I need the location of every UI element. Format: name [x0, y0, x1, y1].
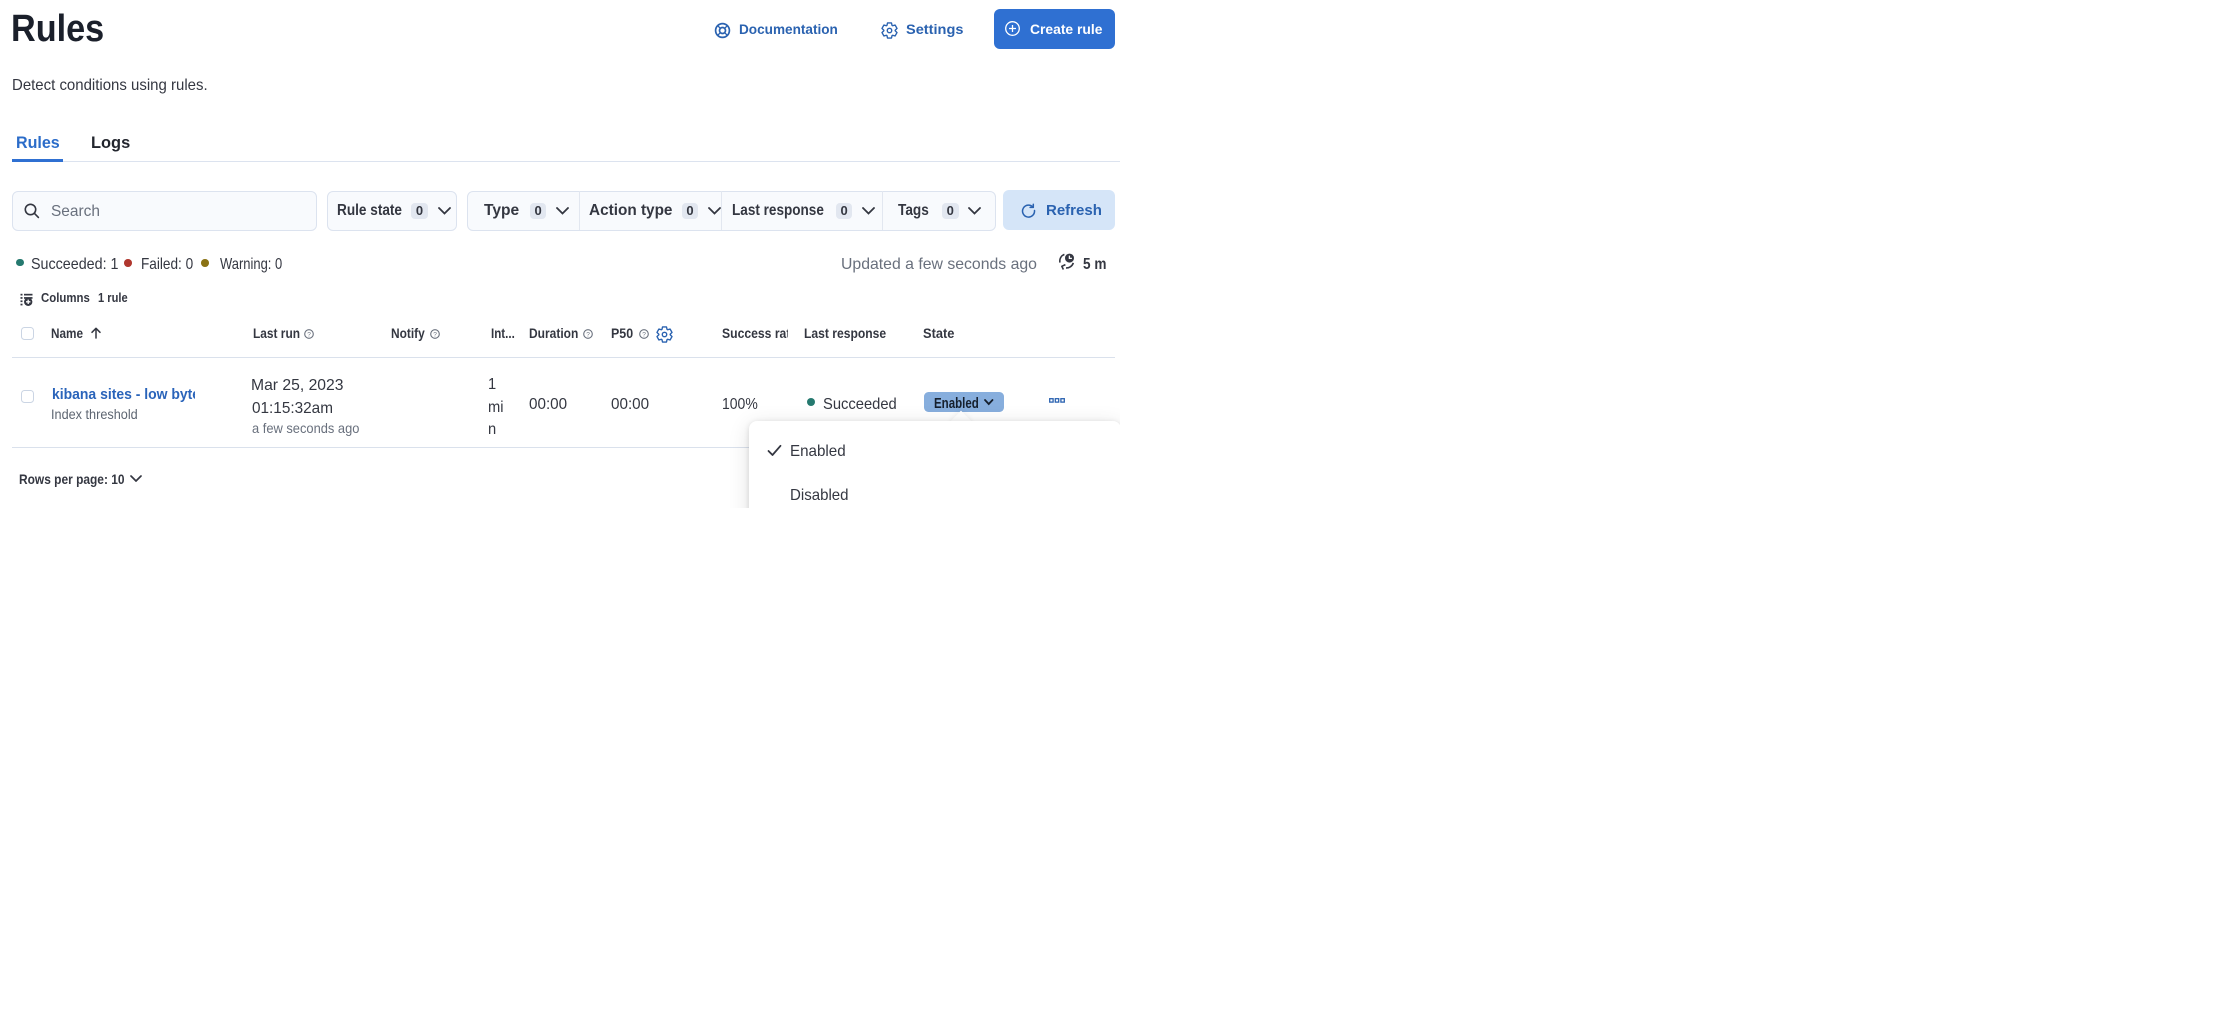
svg-text:?: ? [308, 331, 312, 338]
svg-text:?: ? [642, 331, 646, 338]
svg-text:?: ? [433, 331, 437, 338]
svg-text:?: ? [586, 331, 590, 338]
